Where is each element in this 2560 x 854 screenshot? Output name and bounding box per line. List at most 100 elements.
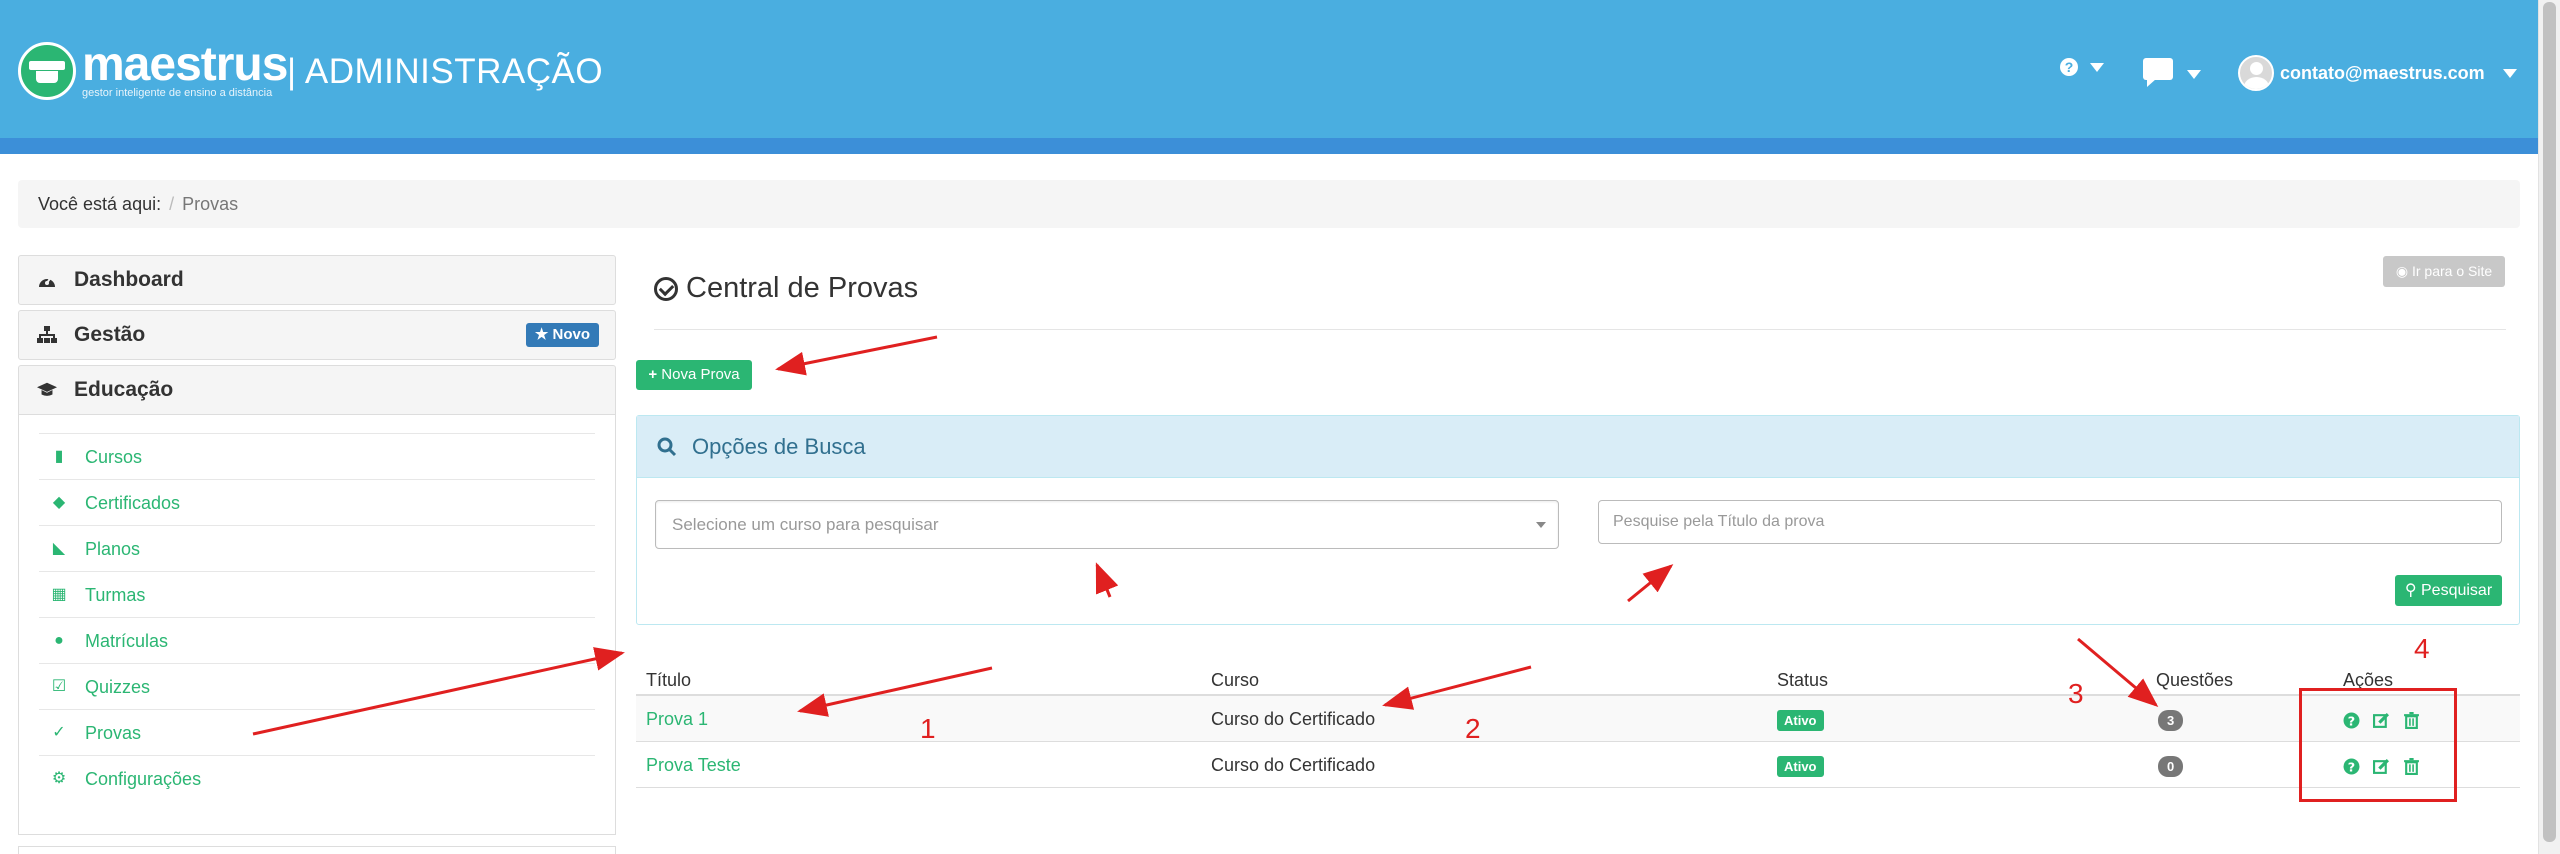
status-badge: Ativo bbox=[1777, 710, 1824, 731]
search-options-panel: Opções de Busca Selecione um curso para … bbox=[636, 415, 2520, 625]
new-exam-button[interactable]: + Nova Prova bbox=[636, 360, 752, 390]
sidebar-item-gestao[interactable]: Gestão ★ Novo bbox=[18, 310, 616, 360]
maestrus-logo[interactable]: maestrus gestor inteligente de ensino a … bbox=[18, 38, 288, 100]
graduation-cap-icon: ◆ bbox=[52, 494, 66, 511]
logo-mark-icon bbox=[18, 42, 76, 100]
sitemap-icon bbox=[37, 326, 57, 343]
sidebar-item-cursos[interactable]: ▮ Cursos bbox=[39, 433, 595, 479]
table-row: Prova Teste Curso do Certificado Ativo 0… bbox=[636, 742, 2520, 788]
cogs-icon: ⚙ bbox=[51, 770, 67, 787]
status-badge: Ativo bbox=[1777, 756, 1824, 777]
navbar-accent-strip bbox=[0, 138, 2538, 154]
sidebar-item-turmas[interactable]: ▦ Turmas bbox=[39, 571, 595, 617]
check-circle-icon bbox=[654, 276, 678, 301]
breadcrumb-current: Provas bbox=[182, 194, 239, 214]
exam-course: Curso do Certificado bbox=[1211, 709, 1376, 729]
sidebar-item-matriculas[interactable]: ● Matrículas bbox=[39, 617, 595, 663]
table-header: Título Curso Status Questões Ações bbox=[636, 650, 2520, 696]
course-select-placeholder: Selecione um curso para pesquisar bbox=[672, 515, 939, 534]
help-menu[interactable]: ? bbox=[2060, 58, 2104, 76]
user-email: contato@maestrus.com bbox=[2280, 62, 2485, 83]
exams-table: Título Curso Status Questões Ações Prova… bbox=[636, 650, 2520, 788]
sidebar-item-educacao[interactable]: Educação bbox=[18, 365, 616, 415]
search-input-placeholder: Pesquise pela Título da prova bbox=[1613, 513, 1825, 530]
badge-label: Novo bbox=[552, 326, 591, 343]
annotation-number: 3 bbox=[2068, 678, 2084, 709]
avatar bbox=[2238, 55, 2274, 91]
caret-down-icon bbox=[1536, 522, 1546, 528]
sidebar-item-provas[interactable]: ✓ Provas bbox=[39, 709, 595, 755]
sidebar-item-quizzes[interactable]: ☑ Quizzes bbox=[39, 663, 595, 709]
sidebar: Dashboard Gestão ★ Novo Educação ▮ Curso… bbox=[18, 255, 616, 835]
search-panel-title: Opções de Busca bbox=[692, 434, 866, 459]
sidebar-next-panel bbox=[18, 846, 616, 854]
exam-title-search-input[interactable]: Pesquise pela Título da prova bbox=[1598, 500, 2502, 544]
page-title-text: Central de Provas bbox=[686, 272, 919, 304]
new-badge: ★ Novo bbox=[525, 323, 599, 347]
chevron-down-icon bbox=[2502, 68, 2517, 78]
sidebar-item-label: Educação bbox=[74, 378, 174, 401]
plus-icon: + bbox=[648, 366, 662, 383]
education-submenu: ▮ Cursos ◆ Certificados ◣ Planos ▦ Turma… bbox=[18, 415, 616, 835]
annotation-number: 2 bbox=[1465, 713, 1481, 744]
annotation-number: 4 bbox=[2414, 633, 2430, 664]
book-icon: ▮ bbox=[54, 448, 64, 465]
check-square-icon: ☑ bbox=[51, 678, 67, 695]
table-row: Prova 1 Curso do Certificado Ativo 3 ? bbox=[636, 696, 2520, 742]
search-icon: ⚲ bbox=[2404, 582, 2421, 599]
star-icon: ★ bbox=[534, 326, 553, 343]
course-select[interactable]: Selecione um curso para pesquisar bbox=[655, 500, 1559, 549]
sidebar-item-label: Provas bbox=[85, 723, 142, 743]
dashboard-icon bbox=[39, 276, 55, 287]
sidebar-item-planos[interactable]: ◣ Planos bbox=[39, 525, 595, 571]
comment-icon bbox=[2143, 58, 2173, 87]
exam-title-link[interactable]: Prova 1 bbox=[646, 696, 708, 742]
search-icon bbox=[657, 437, 677, 457]
sidebar-item-label: Gestão bbox=[74, 323, 146, 346]
button-label: Ir para o Site bbox=[2411, 263, 2493, 279]
search-button[interactable]: ⚲ Pesquisar bbox=[2395, 575, 2502, 606]
question-count-badge: 0 bbox=[2158, 756, 2184, 777]
breadcrumb-prefix: Você está aqui: bbox=[38, 194, 162, 214]
page-scrollbar[interactable] bbox=[2538, 0, 2560, 854]
sidebar-item-label: Turmas bbox=[85, 585, 146, 605]
annotation-number: 1 bbox=[920, 713, 936, 744]
section-title: | ADMINISTRAÇÃO bbox=[287, 52, 604, 91]
annotation-highlight-box bbox=[2299, 688, 2457, 802]
calendar-icon: ▦ bbox=[51, 586, 67, 603]
sidebar-item-label: Certificados bbox=[85, 493, 181, 513]
sidebar-item-label: Cursos bbox=[85, 447, 143, 467]
logo-wordmark: maestrus bbox=[82, 38, 288, 91]
tags-icon: ◣ bbox=[52, 540, 66, 557]
sidebar-item-label: Matrículas bbox=[85, 631, 169, 651]
question-count-badge: 3 bbox=[2158, 710, 2184, 731]
sidebar-item-dashboard[interactable]: Dashboard bbox=[18, 255, 616, 305]
go-to-site-button[interactable]: ◉ Ir para o Site bbox=[2383, 256, 2505, 287]
chevron-down-icon bbox=[2090, 62, 2104, 72]
button-label: Pesquisar bbox=[2421, 582, 2493, 599]
scrollbar-thumb[interactable] bbox=[2543, 2, 2556, 842]
chevron-down-icon bbox=[2187, 69, 2201, 79]
exam-course: Curso do Certificado bbox=[1211, 755, 1376, 775]
sidebar-item-configuracoes[interactable]: ⚙ Configurações bbox=[39, 755, 595, 801]
user-menu[interactable]: contato@maestrus.com bbox=[2238, 55, 2517, 91]
sidebar-item-label: Planos bbox=[85, 539, 141, 559]
divider bbox=[654, 329, 2506, 330]
sidebar-item-certificados[interactable]: ◆ Certificados bbox=[39, 479, 595, 525]
logo-tagline: gestor inteligente de ensino a distância bbox=[82, 87, 273, 99]
globe-icon: ◉ bbox=[2395, 263, 2412, 279]
messages-menu[interactable] bbox=[2143, 58, 2201, 87]
question-circle-icon: ? bbox=[2060, 58, 2078, 76]
search-panel-heading: Opções de Busca bbox=[637, 416, 2519, 478]
breadcrumb-separator: / bbox=[169, 194, 175, 214]
button-label: Nova Prova bbox=[661, 366, 740, 383]
sidebar-item-label: Dashboard bbox=[74, 268, 184, 291]
page-title: Central de Provas bbox=[654, 272, 918, 305]
graduation-cap-icon bbox=[37, 382, 57, 396]
breadcrumb: Você está aqui: / Provas bbox=[18, 180, 2520, 228]
user-icon: ● bbox=[54, 632, 64, 649]
sidebar-item-label: Configurações bbox=[85, 769, 202, 789]
check-circle-icon: ✓ bbox=[52, 724, 66, 741]
sidebar-item-label: Quizzes bbox=[85, 677, 151, 697]
exam-title-link[interactable]: Prova Teste bbox=[646, 742, 741, 788]
